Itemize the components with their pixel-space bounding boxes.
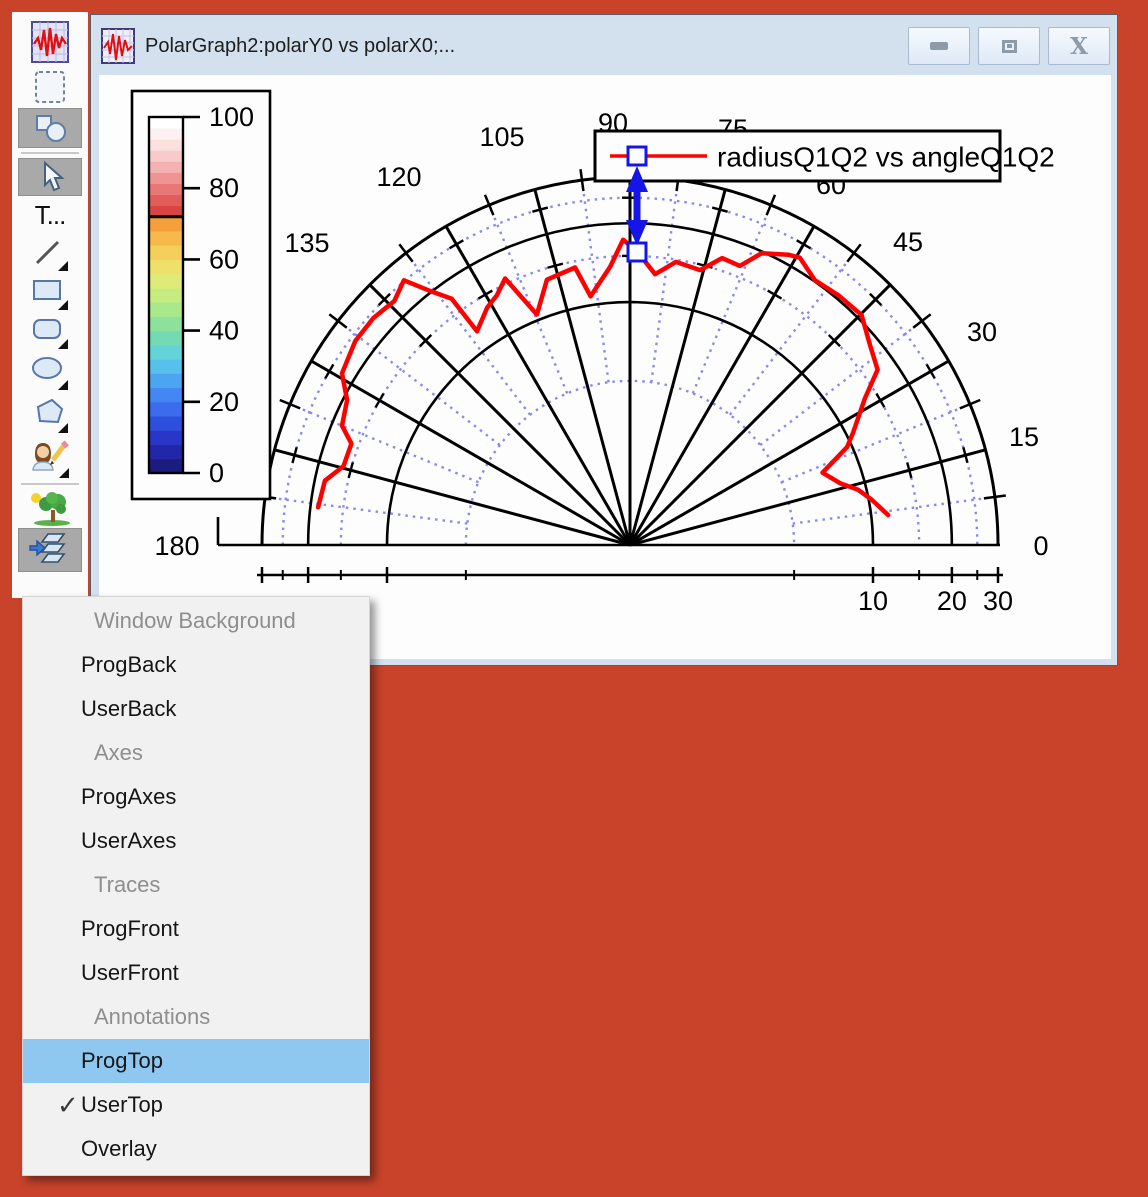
text-tool-button[interactable]: T... [18,197,82,233]
minimize-icon [930,42,948,50]
ellipse-icon [30,354,70,392]
person-pencil-icon [29,438,71,478]
flyout-triangle-icon [58,339,68,349]
menu-item-annotations: Annotations [23,995,369,1039]
menu-item-progtop[interactable]: ProgTop [23,1039,369,1083]
flyout-triangle-icon [58,300,68,310]
restore-icon [1002,40,1017,53]
flyout-triangle-icon [58,261,68,271]
menu-item-userfront[interactable]: UserFront [23,951,369,995]
marquee-icon [32,69,68,105]
tree-sun-icon [28,490,72,526]
polygon-icon [30,395,70,435]
toolbar-separator [21,483,79,485]
graph-window-icon [101,28,135,64]
rounded-rectangle-icon [30,315,70,351]
minimize-button[interactable] [908,27,970,65]
menu-item-useraxes[interactable]: UserAxes [23,819,369,863]
line-tool-button[interactable] [18,234,82,274]
menu-item-progaxes[interactable]: ProgAxes [23,775,369,819]
menu-item-usertop[interactable]: ✓UserTop [23,1083,369,1127]
line-icon [30,235,70,273]
arrow-tool-button[interactable] [18,158,82,196]
flyout-triangle-icon [59,468,69,478]
rounded-rect-tool-button[interactable] [18,314,82,352]
layers-tool-button[interactable] [18,528,82,572]
menu-item-traces: Traces [23,863,369,907]
shapes-icon [31,110,69,146]
checkmark-icon: ✓ [57,1090,79,1121]
restore-button[interactable] [978,27,1040,65]
polygon-tool-button[interactable] [18,394,82,436]
marquee-tool-button[interactable] [18,67,82,107]
flyout-triangle-icon [58,380,68,390]
toolbar-separator [21,152,79,154]
layer-context-menu: Window BackgroundProgBackUserBackAxesPro… [22,596,370,1176]
menu-item-overlay[interactable]: Overlay [23,1127,369,1171]
shapes-tool-button[interactable] [18,108,82,148]
titlebar[interactable]: PolarGraph2:polarY0 vs polarX0;... X [98,20,1110,72]
menu-item-progback[interactable]: ProgBack [23,643,369,687]
ellipse-tool-button[interactable] [18,353,82,393]
window-title: PolarGraph2:polarY0 vs polarX0;... [145,35,900,58]
menu-item-window-background: Window Background [23,599,369,643]
freehand-draw-tool-button[interactable] [18,437,82,479]
close-icon: X [1070,35,1088,58]
menu-item-axes: Axes [23,731,369,775]
menu-item-progfront[interactable]: ProgFront [23,907,369,951]
blue-arrow-icon [30,541,45,555]
polar-graph-window: PolarGraph2:polarY0 vs polarX0;... X [90,14,1118,666]
flyout-triangle-icon [58,423,68,433]
picture-tool-button[interactable] [18,489,82,527]
screen: { "window": { "title": "PolarGraph2:pola… [0,0,1148,1197]
graph-content-area [99,75,1111,659]
text-tool-label: T... [35,200,66,231]
graph-icon [30,20,70,64]
rectangle-icon [30,276,70,312]
menu-item-userback[interactable]: UserBack [23,687,369,731]
drawing-toolbar: T... [12,12,88,598]
rect-tool-button[interactable] [18,275,82,313]
layers-icon [28,531,72,569]
cursor-arrow-icon [34,161,66,193]
graph-tool-button[interactable] [18,18,82,66]
close-button[interactable]: X [1048,27,1110,65]
